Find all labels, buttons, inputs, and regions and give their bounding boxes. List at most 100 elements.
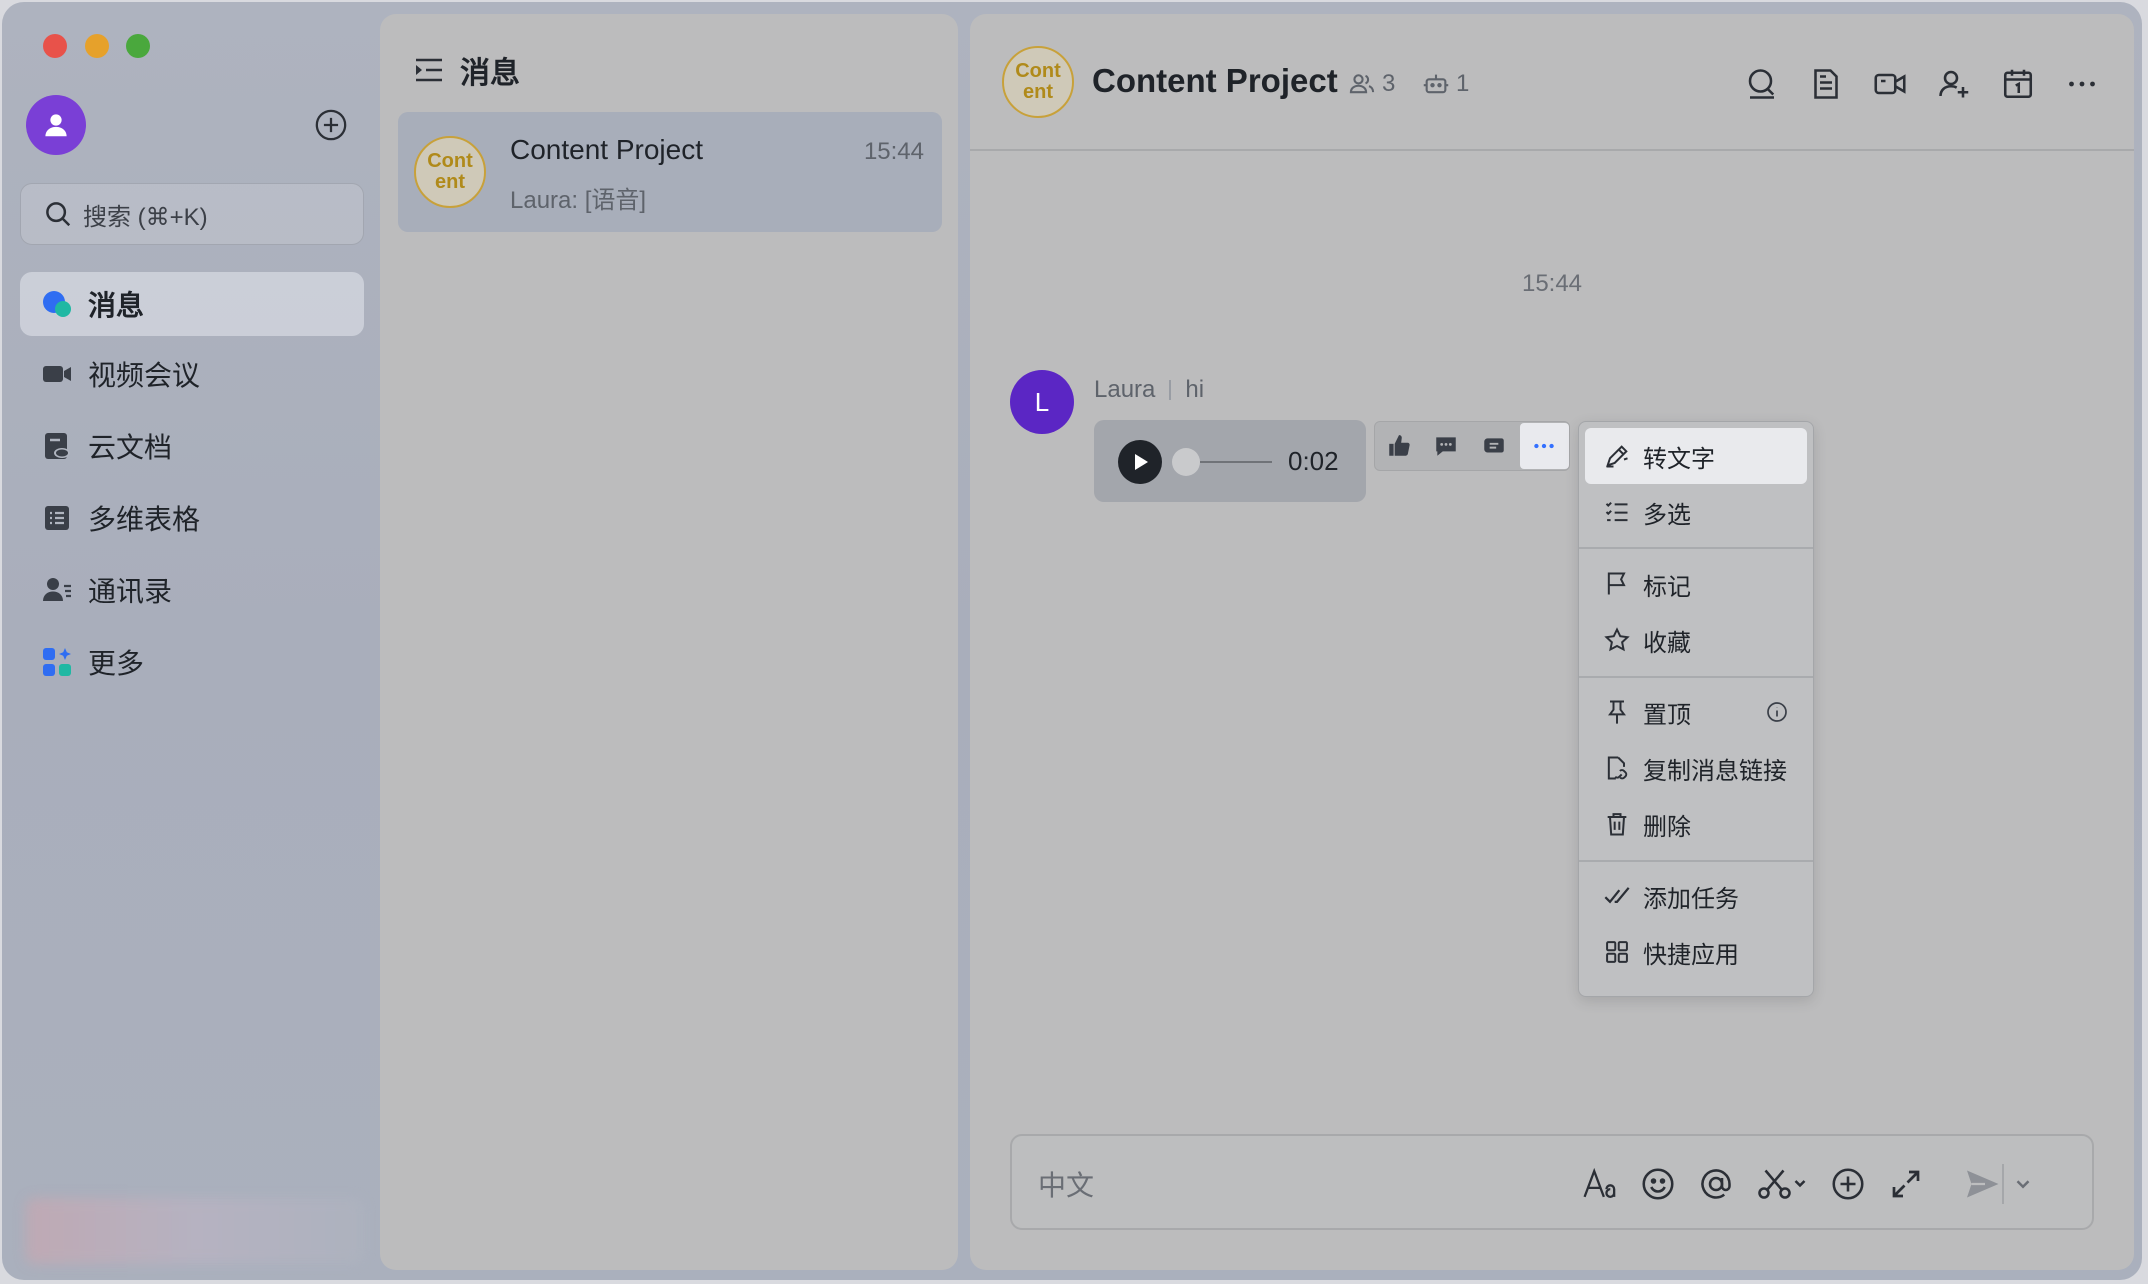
time-divider: 15:44 [1521,270,1583,297]
pin-icon [1608,700,1626,724]
divider [1169,380,1172,400]
play-icon [1135,454,1148,470]
voice-progress-track[interactable] [1200,461,1272,463]
menu-item-label: 删除 [1643,813,1691,841]
video-call-icon[interactable] [1872,66,1908,102]
quick-apps-icon [1606,941,1628,963]
conversation-name: Content Project [510,134,703,165]
chat-title[interactable]: Content Project [1092,62,1338,100]
menu-item-transcribe[interactable]: 转文字 [1585,428,1807,484]
play-button[interactable] [1118,440,1162,484]
sidebar-item-video-meetings[interactable]: 视频会议 [20,342,364,406]
thread-icon [1484,438,1504,453]
sidebar-item-label: 云文档 [88,432,173,463]
more-options-icon[interactable] [2064,66,2100,102]
more-actions-button[interactable] [1519,423,1569,469]
reply-button[interactable] [1423,422,1471,470]
star-icon [1604,627,1630,652]
search-in-chat-icon[interactable] [1744,66,1780,102]
menu-item-quick-apps[interactable]: 快捷应用 [1585,924,1807,980]
menu-item-multi-select[interactable]: 多选 [1585,484,1807,540]
menu-item-label: 收藏 [1643,629,1691,657]
menu-item-label: 标记 [1643,573,1691,601]
document-icon[interactable] [1808,66,1844,102]
mention-icon[interactable] [1698,1166,1734,1202]
menu-item-flag[interactable]: 标记 [1585,556,1807,612]
person-icon [45,114,67,137]
window-minimize-button[interactable] [85,34,109,58]
composer-input[interactable]: 中文 [1038,1164,1094,1204]
conversation-time: 15:44 [863,138,924,165]
message-header: Laura hi [1094,376,1204,404]
add-member-icon[interactable] [1936,66,1972,102]
menu-divider [1579,547,1813,549]
sidebar-item-label: 多维表格 [88,504,201,535]
menu-item-label: 快捷应用 [1643,941,1739,969]
create-button[interactable] [314,108,348,142]
collapse-list-icon[interactable] [412,53,446,87]
contacts-icon [43,578,71,601]
conversation-list-header: 消息 [412,48,520,92]
conversation-avatar: Cont ent [414,136,486,208]
user-avatar[interactable] [26,95,86,155]
sidebar-item-messages[interactable]: 消息 [20,272,364,336]
menu-item-pin[interactable]: 置顶 [1585,684,1807,740]
screenshot-scissors-icon[interactable] [1756,1166,1808,1202]
expand-icon[interactable] [1888,1166,1924,1202]
voice-progress-knob[interactable] [1172,448,1200,476]
text-format-icon[interactable] [1582,1166,1618,1202]
divider [2002,1164,2004,1204]
menu-item-favorite[interactable]: 收藏 [1585,612,1807,668]
sidebar-item-cloud-docs[interactable]: 云文档 [20,414,364,478]
sender-name[interactable]: Laura [1094,376,1155,404]
apps-grid-icon [43,648,71,676]
thumbs-up-icon [1389,435,1410,456]
bot-icon [1423,74,1449,94]
message-text: hi [1185,376,1205,403]
chevron-down-icon[interactable] [2012,1166,2034,1202]
menu-item-add-task[interactable]: 添加任务 [1585,868,1807,924]
message-composer[interactable]: 中文 [1010,1134,2094,1230]
sidebar-item-bitable[interactable]: 多维表格 [20,486,364,550]
window-close-button[interactable] [43,34,67,58]
member-count[interactable]: 3 [1348,70,1395,98]
emoji-icon[interactable] [1640,1166,1676,1202]
blurred-footer [26,1198,364,1264]
copy-link-icon [1607,756,1628,780]
search-input[interactable]: 搜索 (⌘+K) [20,183,364,245]
members-icon [1349,74,1375,94]
info-icon[interactable] [1765,700,1789,724]
menu-item-label: 置顶 [1643,701,1691,729]
app-window: 搜索 (⌘+K) 消息 视频会议 云文档 多维表格 通讯录 更多 消息 Cont… [2,2,2142,1280]
voice-duration: 0:02 [1288,446,1339,476]
menu-item-copy-link[interactable]: 复制消息链接 [1585,740,1807,796]
sidebar-item-more[interactable]: 更多 [20,630,364,694]
trash-icon [1607,813,1627,836]
plus-circle-icon [315,109,347,141]
menu-item-delete[interactable]: 删除 [1585,796,1807,852]
conversation-item[interactable]: Cont ent Content Project 15:44 Laura: [语… [398,112,942,232]
like-button[interactable] [1375,422,1423,470]
chat-header: Cont ent Content Project 3 1 [970,14,2134,151]
bot-count[interactable]: 1 [1422,70,1469,98]
sidebar-item-contacts[interactable]: 通讯录 [20,558,364,622]
video-camera-icon [43,366,71,382]
menu-divider [1579,676,1813,678]
window-maximize-button[interactable] [126,34,150,58]
multi-select-icon [1605,501,1628,522]
menu-item-label: 添加任务 [1643,885,1739,913]
send-icon[interactable] [1964,1166,2000,1202]
sender-avatar[interactable]: L [1010,370,1074,434]
voice-message[interactable]: 0:02 [1094,420,1366,502]
calendar-icon[interactable] [2000,66,2036,102]
message-action-bar [1374,421,1570,471]
chat-avatar[interactable]: Cont ent [1002,46,1074,118]
plus-circle-icon[interactable] [1830,1166,1866,1202]
task-check-icon [1604,887,1630,904]
thread-button[interactable] [1470,422,1518,470]
cloud-doc-icon [45,433,70,459]
context-menu: 转文字 多选 标记 收藏 置顶 复制消息链接 删除 添加任务 快捷应用 [1578,421,1814,997]
menu-item-label: 转文字 [1643,445,1715,473]
table-icon [45,506,69,530]
sidebar: 搜索 (⌘+K) 消息 视频会议 云文档 多维表格 通讯录 更多 [2,2,380,1280]
